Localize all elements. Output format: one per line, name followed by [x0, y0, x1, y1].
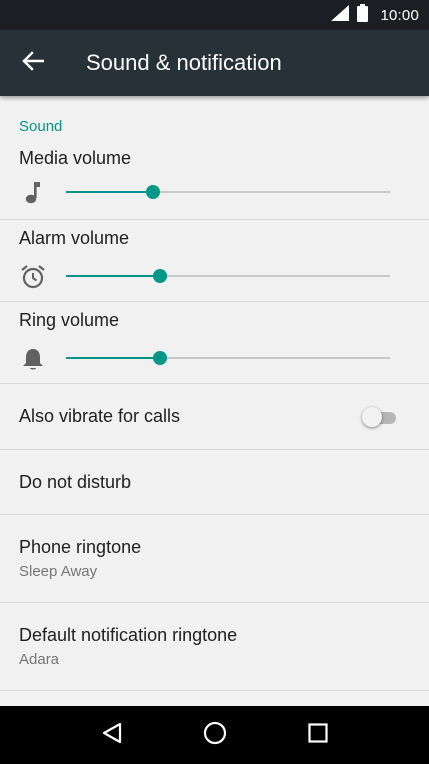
status-bar: 10:00 — [0, 0, 429, 30]
status-time: 10:00 — [380, 6, 419, 24]
slider-fill — [66, 357, 160, 359]
alarm-clock-icon — [20, 264, 46, 290]
notification-ringtone-value: Adara — [19, 651, 60, 668]
phone-ringtone-row[interactable]: Phone ringtone Sleep Away — [0, 515, 429, 603]
back-button[interactable] — [0, 30, 66, 96]
home-circle-icon — [203, 721, 227, 750]
music-note-icon — [20, 180, 46, 206]
nav-back-button[interactable] — [92, 715, 132, 755]
slider-thumb[interactable] — [146, 185, 161, 199]
slider-fill — [66, 191, 154, 193]
arrow-back-icon — [22, 50, 45, 76]
alarm-volume-slider[interactable] — [66, 269, 390, 283]
slider-thumb[interactable] — [152, 269, 167, 283]
alarm-volume-row: Alarm volume — [0, 220, 429, 302]
battery-icon — [357, 3, 369, 27]
notification-ringtone-label: Default notification ringtone — [19, 625, 238, 645]
ring-volume-slider[interactable] — [66, 351, 390, 365]
do-not-disturb-row[interactable]: Do not disturb — [0, 450, 429, 515]
media-volume-row: Media volume — [0, 142, 429, 220]
back-triangle-icon — [102, 722, 122, 749]
nav-recents-button[interactable] — [298, 715, 338, 755]
vibrate-switch[interactable] — [362, 406, 398, 428]
alarm-volume-label: Alarm volume — [19, 228, 130, 248]
navigation-bar — [0, 706, 429, 764]
phone-ringtone-label: Phone ringtone — [19, 537, 142, 557]
ring-volume-row: Ring volume — [0, 302, 429, 384]
recents-square-icon — [307, 722, 328, 748]
slider-fill — [66, 275, 160, 277]
ring-volume-label: Ring volume — [19, 310, 120, 330]
bell-icon — [20, 346, 46, 372]
phone-ringtone-value: Sleep Away — [19, 563, 98, 580]
nav-home-button[interactable] — [195, 715, 235, 755]
page-title: Sound & notification — [86, 50, 282, 75]
slider-thumb[interactable] — [152, 351, 167, 365]
signal-icon — [331, 4, 350, 26]
do-not-disturb-label: Do not disturb — [19, 472, 132, 492]
section-header-sound: Sound — [19, 118, 63, 135]
switch-knob — [362, 407, 382, 427]
media-volume-slider[interactable] — [66, 185, 390, 199]
vibrate-label: Also vibrate for calls — [19, 406, 181, 426]
media-volume-label: Media volume — [19, 148, 132, 168]
vibrate-row[interactable]: Also vibrate for calls — [0, 384, 429, 450]
notification-ringtone-row[interactable]: Default notification ringtone Adara — [0, 603, 429, 691]
app-bar: Sound & notification — [0, 30, 429, 96]
settings-list: Sound Media volume Alarm volume Ring vol… — [0, 96, 429, 706]
